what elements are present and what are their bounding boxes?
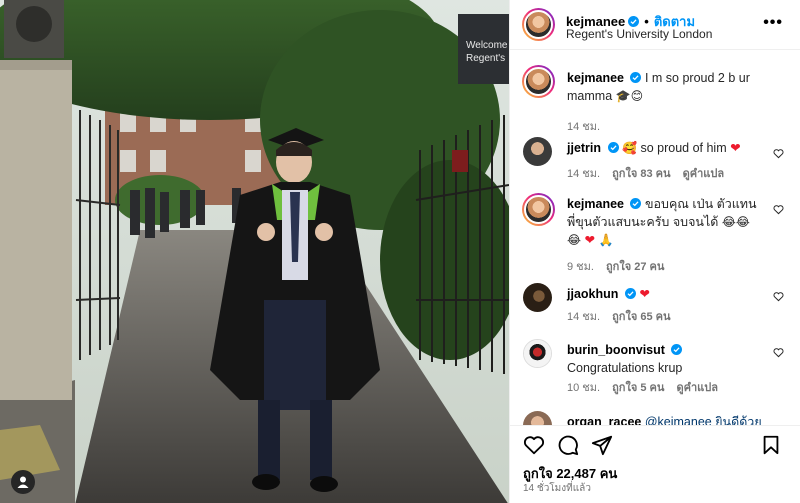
verified-icon (630, 72, 642, 83)
heart-emoji: ❤ (584, 232, 595, 247)
sign-line-1: Welcome (466, 40, 508, 51)
comment-username[interactable]: burin_boonvisut (567, 343, 665, 357)
comment-text: burin_boonvisut Congratulations krup (567, 341, 763, 377)
comment-time[interactable]: 10 ชม. (567, 382, 600, 394)
comment-body: so proud of him (640, 141, 731, 155)
comment-username[interactable]: kejmanee (567, 197, 624, 211)
translate-link[interactable]: ดูคำแปล (676, 382, 718, 394)
comments-list[interactable]: kejmanee I m so proud 2 b ur mamma 🎓😊 14… (510, 51, 800, 425)
heart-icon[interactable] (773, 204, 784, 215)
commenter-avatar[interactable] (522, 193, 555, 226)
comment-time[interactable]: 9 ชม. (567, 261, 594, 273)
heart-emoji: ❤ (730, 140, 741, 155)
caption-emoji: 🎓😊 (615, 89, 644, 103)
comment-body: @kejmanee ยินดีด้วย (644, 415, 762, 425)
comment-meta: 9 ชม. ถูกใจ 27 คน (567, 257, 673, 275)
comment-time[interactable]: 14 ชม. (567, 311, 600, 323)
commenter-avatar[interactable] (523, 411, 552, 425)
comment-likes[interactable]: ถูกใจ 83 คน (612, 168, 670, 180)
post-header: kejmanee • ติดตาม Regent's University Lo… (510, 0, 800, 50)
post-photo[interactable]: Welcome Regent's (0, 0, 509, 503)
comment-username[interactable]: jjetrin (567, 141, 601, 155)
caption-avatar[interactable] (522, 65, 555, 98)
verified-icon (628, 16, 640, 27)
more-options-icon[interactable]: ••• (763, 14, 783, 32)
verified-icon (630, 198, 642, 209)
comment-emoji: 🥰 (622, 141, 637, 155)
caption-username[interactable]: kejmanee (567, 71, 624, 85)
comment-likes[interactable]: ถูกใจ 5 คน (612, 382, 664, 394)
verified-icon (671, 344, 683, 355)
caption-meta: 14 ชม. (567, 117, 609, 135)
comment-text: organ_racee @kejmanee ยินดีด้วย (567, 413, 763, 425)
location-link[interactable]: Regent's University London (566, 27, 712, 41)
comment-icon[interactable] (557, 434, 579, 456)
bookmark-icon[interactable] (760, 434, 782, 456)
comment-meta: 14 ชม. ถูกใจ 83 คน ดูคำแปล (567, 164, 733, 182)
caption-time[interactable]: 14 ชม. (567, 121, 600, 133)
share-icon[interactable] (591, 434, 613, 456)
commenter-avatar[interactable] (523, 283, 552, 312)
comment-text: jjetrin 🥰 so proud of him ❤ (567, 139, 763, 157)
verified-icon (607, 142, 619, 153)
sign-line-2: Regent's (466, 53, 505, 64)
translate-link[interactable]: ดูคำแปล (683, 168, 725, 180)
comment-meta: 10 ชม. ถูกใจ 5 คน ดูคำแปล (567, 378, 727, 396)
heart-emoji: ❤ (639, 286, 650, 301)
graduation-photo: Welcome Regent's (0, 0, 509, 503)
author-avatar[interactable] (522, 8, 555, 41)
comment-text: jjaokhun ❤ (567, 285, 763, 303)
caption-text: kejmanee I m so proud 2 b ur mamma 🎓😊 (567, 69, 763, 105)
heart-icon[interactable] (773, 347, 784, 358)
commenter-avatar[interactable] (523, 137, 552, 166)
heart-icon[interactable] (773, 148, 784, 159)
post-side-panel: kejmanee • ติดตาม Regent's University Lo… (509, 0, 800, 503)
post-actions: ถูกใจ 22,487 คน 14 ชั่วโมงที่แล้ว (510, 425, 800, 503)
heart-icon[interactable] (773, 291, 784, 302)
tagged-people-button[interactable] (11, 470, 35, 494)
comment-username[interactable]: organ_racee (567, 415, 641, 425)
post-time: 14 ชั่วโมงที่แล้ว (523, 483, 591, 494)
comment-text: kejmanee ขอบคุณ เป่น ตัวแทนพี่ขุนตัวแสบน… (567, 195, 763, 249)
verified-icon (624, 288, 636, 299)
comment-body: Congratulations krup (567, 361, 683, 375)
comment-likes[interactable]: ถูกใจ 65 คน (612, 311, 670, 323)
heart-icon[interactable] (523, 434, 545, 456)
comment-likes[interactable]: ถูกใจ 27 คน (606, 261, 664, 273)
comment-username[interactable]: jjaokhun (567, 287, 618, 301)
pray-emoji: 🙏 (598, 233, 614, 247)
comment-meta: 14 ชม. ถูกใจ 65 คน (567, 307, 680, 325)
comment-time[interactable]: 14 ชม. (567, 168, 600, 180)
commenter-avatar[interactable] (523, 339, 552, 368)
person-tag-icon (17, 476, 29, 488)
